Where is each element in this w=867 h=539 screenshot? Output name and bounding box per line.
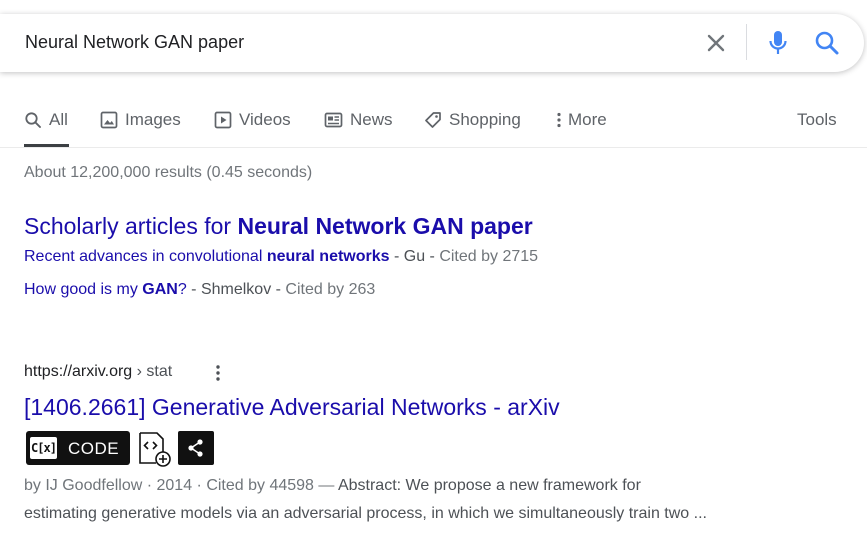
scholarly-item: How good is my GAN? - Shmelkov - Cited b… [24,281,375,299]
search-icon [815,31,839,55]
news-icon [324,112,343,128]
search-submit-button[interactable] [812,28,842,58]
tab-news[interactable]: News [324,108,393,132]
tab-more[interactable]: More [555,108,607,132]
add-code-button[interactable] [137,431,173,467]
close-icon [707,34,725,52]
cx-logo-icon: C[x] [30,437,57,459]
clear-button[interactable] [703,30,729,56]
result-url-breadcrumb: › stat [132,363,173,380]
scholarly-link-suffix: ? [177,281,187,298]
video-icon [214,111,232,129]
tab-shopping-label: Shopping [449,110,521,129]
tabs-divider [0,147,867,148]
tab-more-label: More [568,110,607,129]
scholarly-item-cited-by[interactable]: Cited by 2715 [439,248,538,265]
tab-news-label: News [350,110,393,129]
scholarly-articles-heading[interactable]: Scholarly articles for Neural Network GA… [24,213,533,240]
share-icon [188,439,203,457]
result-meta: by IJ Goodfellow · 2014 · Cited by 44598… [24,477,338,494]
scholarly-link-highlight: GAN [142,281,178,298]
tab-all[interactable]: All [24,108,68,132]
scholarly-item-author: - Shmelkov - [186,281,286,298]
result-stats: About 12,200,000 results (0.45 seconds) [24,164,313,181]
scholarly-item-link[interactable]: Recent advances in convolutional neural … [24,248,390,265]
scholarly-item-cited-by[interactable]: Cited by 263 [285,281,375,298]
result-snippet-line: by IJ Goodfellow · 2014 · Cited by 44598… [24,477,641,495]
scholarly-link-text: Recent advances in convolutional [24,248,267,265]
tag-icon [425,112,441,128]
result-title-link[interactable]: [1406.2661] Generative Adversarial Netwo… [24,394,560,421]
result-snippet-line: estimating generative models via an adve… [24,505,707,522]
scholarly-heading-prefix: Scholarly articles for [24,213,238,239]
result-url[interactable]: https://arxiv.org › stat [24,363,172,381]
scholarly-heading-query: Neural Network GAN paper [237,213,533,239]
microphone-icon [769,31,787,54]
scholarly-item: Recent advances in convolutional neural … [24,248,538,266]
result-snippet-text: Abstract: We propose a new framework for [337,477,641,494]
share-button[interactable] [178,431,214,465]
scholarly-link-text: How good is my [24,281,143,298]
tab-all-label: All [49,110,68,129]
search-bar: Neural Network GAN paper [0,14,864,72]
kebab-icon [557,112,561,128]
result-url-host: https://arxiv.org [24,363,133,380]
result-options-button[interactable] [209,362,227,384]
tab-videos[interactable]: Videos [214,108,291,132]
tab-videos-label: Videos [239,110,291,129]
tools-button[interactable]: Tools [797,110,837,130]
tab-images-label: Images [125,110,181,129]
search-icon [25,112,41,128]
search-input[interactable]: Neural Network GAN paper [25,32,244,53]
voice-search-button[interactable] [764,28,792,58]
scholarly-link-highlight: neural networks [266,248,390,265]
scholarly-item-link[interactable]: How good is my GAN? [24,281,187,298]
kebab-icon [216,365,220,381]
code-extension-button[interactable]: C[x] CODE [26,431,130,465]
search-bar-divider [746,24,747,60]
image-icon [100,111,118,129]
scholarly-item-author: - Gu - [389,248,440,265]
add-code-icon [139,432,171,467]
code-extension-label: CODE [68,439,120,458]
tab-shopping[interactable]: Shopping [424,108,521,132]
tab-images[interactable]: Images [100,108,181,132]
